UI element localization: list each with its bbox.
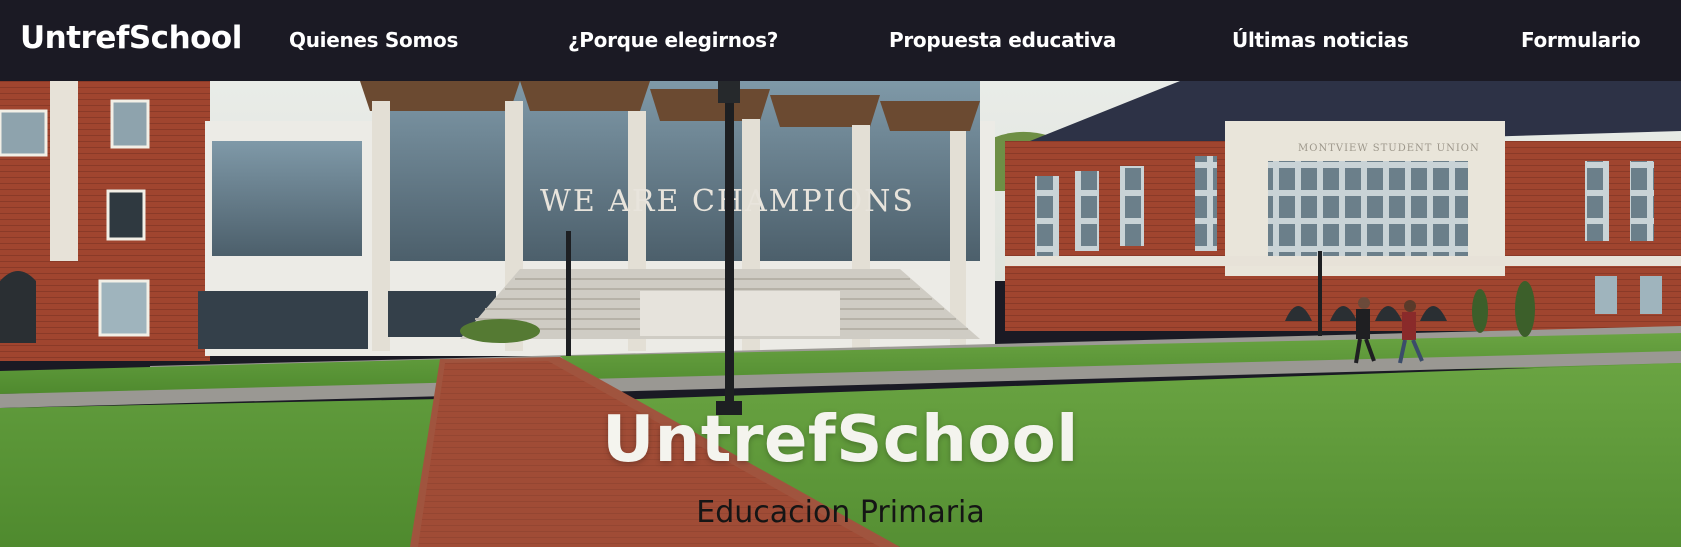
campus-photo: WE ARE CHAMPIONS MONTVIEW STUDENT UNION	[0, 81, 1681, 547]
nav-link-propuesta-educativa[interactable]: Propuesta educativa	[889, 28, 1116, 52]
nav-link-ultimas-noticias[interactable]: Últimas noticias	[1232, 28, 1409, 52]
nav-link-formulario[interactable]: Formulario	[1521, 28, 1641, 52]
hero-title: UntrefSchool	[602, 403, 1079, 477]
hero-subtitle: Educacion Primaria	[696, 495, 985, 530]
brand-logo-link[interactable]: UntrefSchool	[20, 20, 242, 56]
nav-link-porque-elegirnos[interactable]: ¿Porque elegirnos?	[568, 28, 778, 52]
hero-banner: WE ARE CHAMPIONS MONTVIEW STUDENT UNION	[0, 81, 1681, 547]
nav-link-quienes-somos[interactable]: Quienes Somos	[289, 28, 458, 52]
building-sign-text: MONTVIEW STUDENT UNION	[1298, 143, 1480, 154]
top-navbar: UntrefSchool Quienes Somos ¿Porque elegi…	[0, 0, 1681, 81]
